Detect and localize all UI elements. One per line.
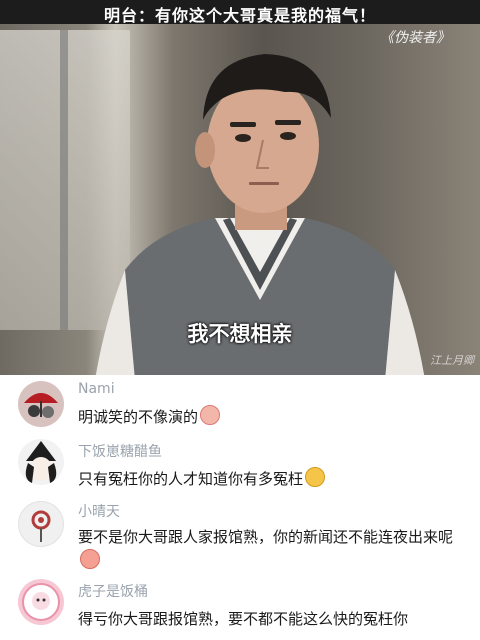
video-subtitle: 我不想相亲 — [187, 322, 293, 346]
pink-sheep-avatar-icon — [22, 583, 60, 621]
comment-item[interactable]: 虎子是饭桶 得亏你大哥跟报馆熟，要不都不能这么快的冤枉你 — [0, 577, 480, 640]
avatar[interactable] — [18, 381, 64, 427]
comment-item[interactable]: 小晴天 要不是你大哥跟人家报馆熟，你的新闻还不能连夜出来呢 — [0, 499, 480, 577]
mango-face-icon — [305, 467, 326, 487]
window-frame — [60, 30, 68, 330]
comment-username[interactable]: 小晴天 — [78, 501, 120, 521]
comment-text: 只有冤枉你的人才知道你有多冤枉 — [78, 467, 468, 491]
comment-username[interactable]: 下饭崽糖醋鱼 — [78, 441, 162, 461]
comment-username[interactable]: 虎子是饭桶 — [78, 581, 148, 601]
witch-avatar-icon — [25, 441, 57, 483]
comment-username[interactable]: Nami — [78, 381, 115, 397]
video-frame[interactable]: 明台：有你这个大哥真是我的福气！ 《伪装者》 我不想相亲 江上月卿 — [0, 0, 480, 375]
umbrella-avatar-icon — [24, 393, 58, 418]
comment-text: 明诚笑的不像演的 — [78, 405, 468, 429]
peach-face-icon — [80, 549, 100, 569]
crying-face-icon — [200, 405, 221, 425]
comment-item[interactable]: 下饭崽糖醋鱼 只有冤枉你的人才知道你有多冤枉 — [0, 437, 480, 499]
video-title: 明台：有你这个大哥真是我的福气！ — [103, 6, 376, 25]
show-tag: 《伪装者》 — [380, 30, 450, 46]
avatar[interactable] — [18, 579, 64, 625]
watermark: 江上月卿 — [430, 354, 474, 367]
avatar[interactable] — [18, 439, 64, 485]
comment-text-content: 明诚笑的不像演的 — [78, 408, 199, 426]
lollipop-avatar-icon — [31, 510, 51, 542]
comment-list[interactable]: Nami 明诚笑的不像演的 下饭崽糖醋鱼 只有冤枉你的人才知道你有多冤枉 小晴天… — [0, 375, 480, 640]
comment-text-content: 得亏你大哥跟报馆熟，要不都不能这么快的冤枉你 — [78, 610, 409, 628]
comment-text: 要不是你大哥跟人家报馆熟，你的新闻还不能连夜出来呢 — [78, 525, 468, 573]
comment-text-content: 只有冤枉你的人才知道你有多冤枉 — [78, 470, 304, 488]
comment-text-content: 要不是你大哥跟人家报馆熟，你的新闻还不能连夜出来呢 — [78, 528, 454, 546]
comment-item[interactable]: Nami 明诚笑的不像演的 — [0, 375, 480, 437]
comment-text: 得亏你大哥跟报馆熟，要不都不能这么快的冤枉你 — [78, 607, 468, 631]
avatar[interactable] — [18, 501, 64, 547]
